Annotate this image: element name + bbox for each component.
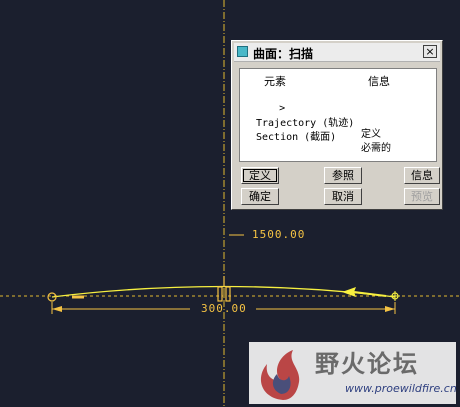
define-button[interactable]: 定义 <box>241 167 279 184</box>
references-button[interactable]: 参照 <box>324 167 362 184</box>
list-item-section[interactable]: Section (截面) 必需的 <box>243 106 391 161</box>
flame-logo-icon <box>260 350 300 400</box>
close-icon[interactable]: × <box>423 45 437 58</box>
row-element: Section (截面) <box>256 132 337 143</box>
width-arrow-right <box>385 306 395 312</box>
selection-marker: > <box>279 103 286 114</box>
center-marker-right <box>225 286 231 302</box>
row-info: 定义 <box>361 129 381 140</box>
dialog-app-icon <box>237 46 248 57</box>
height-dimension-label[interactable]: 1500.00 <box>252 228 305 241</box>
sweep-dialog: 曲面：扫描 × 元素 信息 > Trajectory (轨迹) 定义 Secti… <box>231 40 443 210</box>
element-list[interactable]: 元素 信息 > Trajectory (轨迹) 定义 Section (截面) … <box>239 68 437 162</box>
width-dimension-label[interactable]: 300.00 <box>201 302 247 315</box>
cancel-button[interactable]: 取消 <box>324 188 362 205</box>
forum-url: www.proewildfire.cn <box>345 382 457 395</box>
preview-button[interactable]: 预览 <box>404 188 440 205</box>
info-button[interactable]: 信息 <box>404 167 440 184</box>
column-header-info: 信息 <box>368 75 390 88</box>
forum-name: 野火论坛 <box>315 350 419 378</box>
center-marker <box>217 286 223 302</box>
dialog-title: 曲面：扫描 <box>253 47 314 61</box>
watermark-logo: 野火论坛 www.proewildfire.cn <box>249 342 457 404</box>
row-info: 必需的 <box>361 143 391 154</box>
column-header-element: 元素 <box>264 75 286 88</box>
dialog-titlebar[interactable]: 曲面：扫描 × <box>234 43 440 62</box>
width-arrow-left <box>52 306 62 312</box>
direction-arrow-shaft <box>353 291 387 297</box>
ok-button[interactable]: 确定 <box>241 188 279 205</box>
